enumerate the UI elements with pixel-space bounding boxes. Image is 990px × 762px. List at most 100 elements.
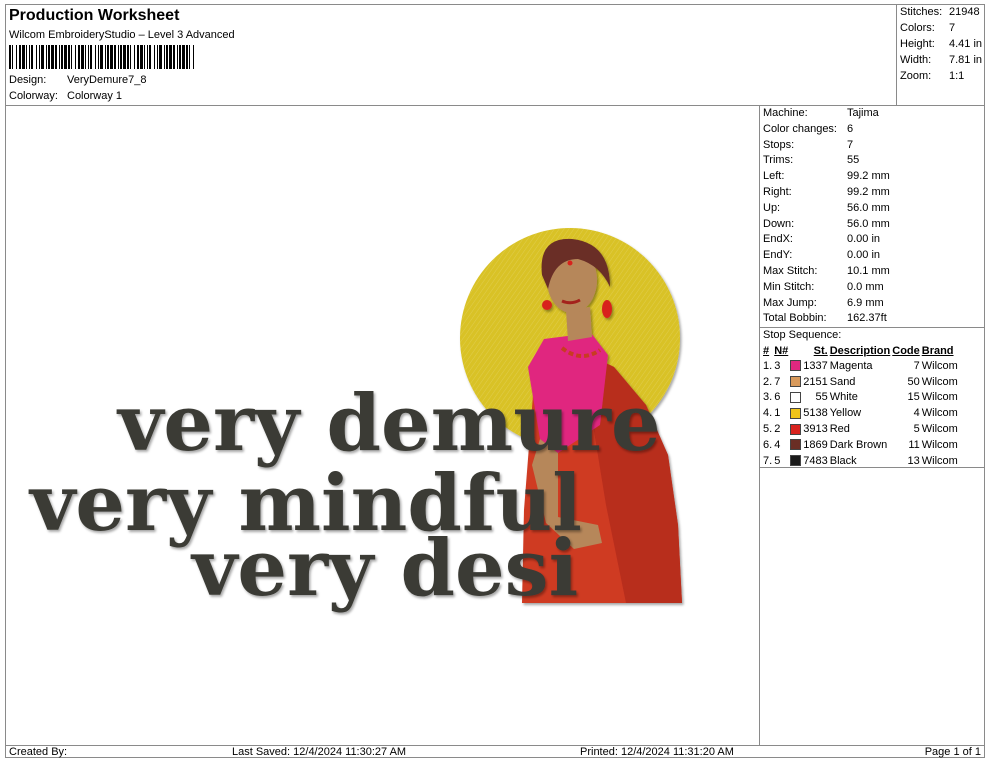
stitch-count: 1337 (803, 359, 828, 372)
stop-sequence-header: # N# St. Description Code Brand (763, 343, 960, 358)
barcode-bar (123, 45, 126, 69)
row-number: 1. (763, 359, 773, 372)
table-row: 5. 2 3913 Red 5 Wilcom (763, 421, 960, 437)
barcode-bar (29, 45, 30, 69)
barcode-bar (169, 45, 172, 69)
barcode-bar (16, 45, 17, 69)
machine-info-row: Trims: 55 (763, 154, 859, 166)
machine-info-value: 0.0 mm (847, 280, 884, 293)
machine-info-label: Down: (763, 217, 795, 230)
table-row: 2. 7 2151 Sand 50 Wilcom (763, 374, 960, 390)
stitches-value: 21948 (949, 6, 980, 18)
barcode-bar (48, 45, 50, 69)
needle-number: 2 (774, 423, 781, 436)
col-num: # (763, 344, 770, 357)
row-number: 6. (763, 438, 773, 451)
barcode-bar (100, 45, 103, 69)
barcode-bar (166, 45, 168, 69)
color-swatch-cell (790, 374, 803, 390)
stitch-count: 5138 (803, 407, 828, 420)
machine-info-row: Machine: Tajima (763, 107, 879, 119)
footer: Created By: Last Saved: 12/4/2024 11:30:… (6, 745, 984, 759)
thread-brand: Wilcom (921, 391, 958, 404)
thread-brand: Wilcom (921, 423, 958, 436)
barcode-bar (95, 45, 96, 69)
colorway-row: Colorway: Colorway 1 (9, 90, 122, 102)
machine-info-label: Color changes: (763, 122, 837, 135)
color-description: Yellow (829, 407, 862, 420)
last-saved: Last Saved: 12/4/2024 11:30:27 AM (232, 746, 407, 758)
col-brand: Brand (921, 344, 954, 357)
barcode-bar (107, 45, 109, 69)
machine-info-value: 99.2 mm (847, 186, 890, 198)
colors-value: 7 (949, 22, 956, 34)
barcode-bar (127, 45, 129, 69)
barcode-bar (179, 45, 181, 69)
barcode-bar (51, 45, 54, 69)
barcode-bar (186, 45, 188, 69)
barcode-bar (173, 45, 175, 69)
color-swatch-cell (790, 358, 803, 374)
barcode-bar (46, 45, 47, 69)
machine-info-label: Left: (763, 170, 785, 183)
needle-number: 4 (774, 438, 781, 451)
thread-brand: Wilcom (921, 359, 958, 372)
barcode-bar (105, 45, 106, 69)
machine-info-value: 10.1 mm (847, 265, 890, 277)
row-number: 5. (763, 423, 773, 436)
color-swatch (790, 439, 802, 451)
zoom-value: 1:1 (949, 70, 965, 82)
stop-sequence-table: # N# St. Description Code Brand 1. 3 1337 M… (763, 343, 960, 469)
color-code: 50 (907, 375, 920, 388)
stitches-row: Stitches: 21948 (900, 6, 980, 18)
color-code: 4 (913, 407, 920, 420)
machine-info-row: Max Jump: 6.9 mm (763, 297, 884, 309)
barcode-bar (120, 45, 122, 69)
machine-info-value: 0.00 in (847, 233, 881, 246)
col-description: Description (829, 344, 891, 357)
barcode-bar (140, 45, 143, 69)
slogan-line-3: very desi (190, 523, 578, 614)
barcode-bar (189, 45, 190, 69)
barcode-bar (182, 45, 185, 69)
printed-date: Printed: 12/4/2024 11:31:20 AM (580, 746, 734, 758)
machine-info-value: 56.0 mm (847, 201, 890, 214)
zoom-row: Zoom: 1:1 (900, 70, 964, 82)
section-divider (760, 327, 985, 328)
color-description: Sand (829, 375, 856, 388)
barcode-bar (26, 45, 27, 69)
machine-info-label: Machine: (763, 107, 808, 119)
thread-brand: Wilcom (921, 438, 958, 451)
machine-info-panel: Machine: Tajima Color changes: 6 Stops: 7 Trim… (759, 105, 985, 745)
color-code: 11 (908, 438, 920, 451)
col-stitches: St. (813, 344, 828, 357)
barcode-bar (144, 45, 145, 69)
color-swatch-cell (790, 421, 803, 437)
embroidery-artwork: very demure very mindful very desi (28, 228, 682, 614)
barcode-bar (118, 45, 119, 69)
stitch-count: 55 (815, 391, 828, 404)
machine-info-label: Max Jump: (763, 296, 817, 309)
barcode-bar (64, 45, 67, 69)
barcode-bar (12, 45, 13, 69)
machine-info-value: 55 (847, 154, 860, 167)
design-value: VeryDemure7_8 (67, 74, 147, 86)
barcode-bar (137, 45, 139, 69)
barcode-bar (154, 45, 155, 69)
machine-info-label: Stops: (763, 138, 795, 151)
barcode-bar (130, 45, 131, 69)
color-swatch (790, 376, 802, 388)
barcode-bar (164, 45, 165, 69)
color-code: 7 (913, 359, 920, 372)
table-row: 4. 1 5138 Yellow 4 Wilcom (763, 405, 960, 421)
height-row: Height: 4.41 in (900, 38, 982, 50)
color-swatch-cell (790, 405, 803, 421)
machine-info-value: 0.00 in (847, 249, 881, 262)
machine-info-row: Left: 99.2 mm (763, 170, 890, 182)
barcode-bar (177, 45, 178, 69)
machine-info-label: Right: (763, 186, 792, 198)
machine-info-label: Total Bobbin: (763, 312, 827, 325)
page-title: Production Worksheet (9, 7, 180, 24)
barcode-bar (88, 45, 89, 69)
barcode-bar (68, 45, 70, 69)
